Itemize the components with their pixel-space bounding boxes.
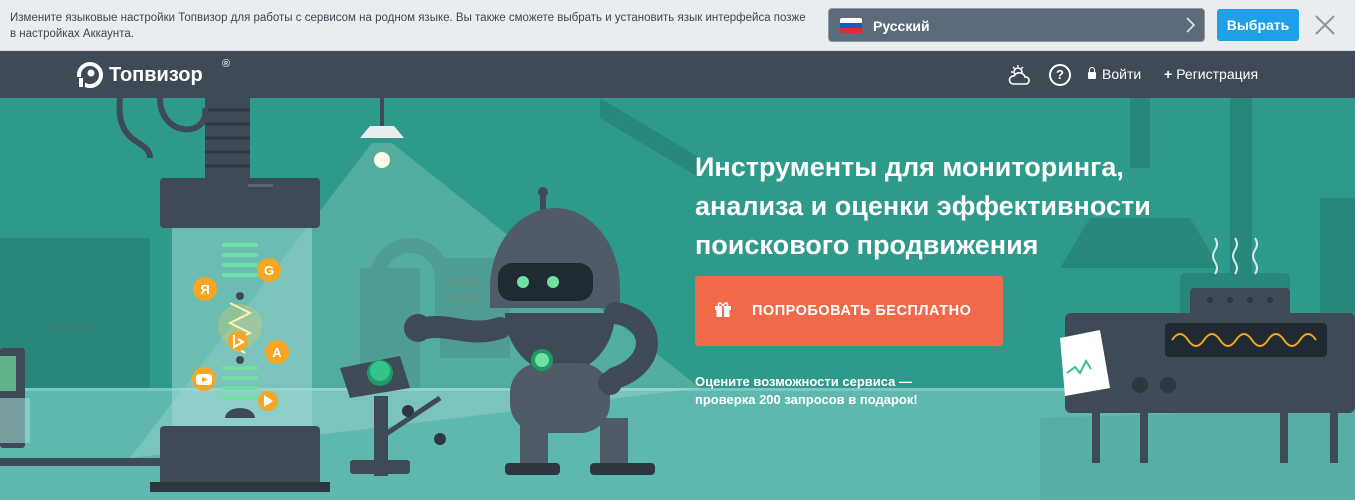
register-label: Регистрация	[1176, 66, 1259, 82]
promo-text: Оцените возможности сервиса — проверка 2…	[695, 374, 918, 407]
login-label: Войти	[1102, 66, 1142, 82]
language-select[interactable]: Русский	[828, 8, 1205, 42]
language-banner-message: Измените языковые настройки Топвизор для…	[10, 12, 806, 40]
registered-mark: ®	[222, 58, 231, 70]
login-link[interactable]: Войти	[1088, 66, 1141, 82]
close-icon[interactable]	[1313, 13, 1337, 37]
lock-icon	[1088, 67, 1096, 79]
google-play-icon	[258, 391, 278, 411]
app-store-icon: A	[265, 340, 289, 364]
yandex-icon: Я	[193, 277, 217, 301]
choose-language-button[interactable]: Выбрать	[1217, 9, 1299, 41]
bing-icon	[228, 331, 248, 351]
google-icon: G	[257, 258, 281, 282]
plus-icon: +	[1164, 66, 1173, 82]
logo-text: Топвизор	[109, 64, 203, 86]
app-store-glyph: A	[272, 345, 282, 360]
try-free-button[interactable]: ПОПРОБОВАТЬ БЕСПЛАТНО	[695, 276, 1003, 346]
site-header: Топвизор ® ? Войти + Регистрация	[0, 51, 1355, 98]
help-icon[interactable]: ?	[1049, 64, 1071, 86]
try-free-label: ПОПРОБОВАТЬ БЕСПЛАТНО	[752, 303, 972, 319]
russia-flag-icon	[840, 18, 862, 33]
chevron-right-icon	[1186, 17, 1196, 36]
hero-title: Инструменты для мониторинга, анализа и о…	[695, 152, 1151, 260]
hero-section: Я G A Инструменты для мониторинга, анали…	[0, 98, 1355, 500]
language-banner: Измените языковые настройки Топвизор для…	[0, 0, 1355, 51]
gift-icon	[715, 302, 731, 317]
youtube-icon	[192, 367, 216, 391]
selected-language: Русский	[873, 18, 930, 34]
topvisor-logo-icon	[77, 62, 103, 88]
weather-cloud-icon[interactable]	[1008, 64, 1030, 86]
register-link[interactable]: + Регистрация	[1164, 66, 1258, 82]
google-glyph: G	[264, 263, 274, 278]
yandex-glyph: Я	[200, 282, 209, 297]
